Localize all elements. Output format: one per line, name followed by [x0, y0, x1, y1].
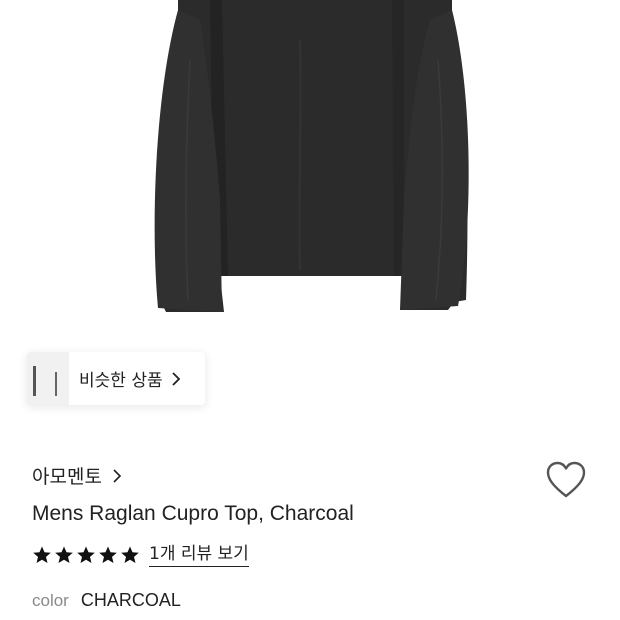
brand-name: 아모멘토 [32, 466, 102, 488]
color-label: color [32, 590, 69, 610]
color-attribute: color CHARCOAL [32, 590, 181, 611]
similar-products-label: 비슷한 상품 [79, 371, 163, 391]
star-icon [99, 546, 117, 563]
star-icon [77, 546, 95, 563]
similar-products-button[interactable]: 비슷한 상품 [27, 352, 205, 405]
product-name: Mens Raglan Cupro Top, Charcoal [32, 502, 354, 525]
star-icon [121, 546, 139, 563]
brand-link[interactable]: 아모멘토 [32, 462, 122, 489]
similar-product-thumbnail [27, 352, 69, 405]
thumbnail-image [27, 352, 69, 405]
product-image[interactable] [0, 0, 620, 335]
color-value: CHARCOAL [80, 590, 181, 610]
garment-illustration [154, 0, 469, 312]
review-link[interactable]: 1개 리뷰 보기 [149, 543, 249, 567]
chevron-right-icon [171, 371, 180, 386]
star-icon [33, 546, 51, 563]
heart-icon[interactable] [545, 460, 587, 500]
star-rating [32, 545, 140, 565]
chevron-right-icon [113, 468, 122, 483]
rating-row: 1개 리뷰 보기 [32, 543, 249, 567]
star-icon [55, 546, 73, 563]
